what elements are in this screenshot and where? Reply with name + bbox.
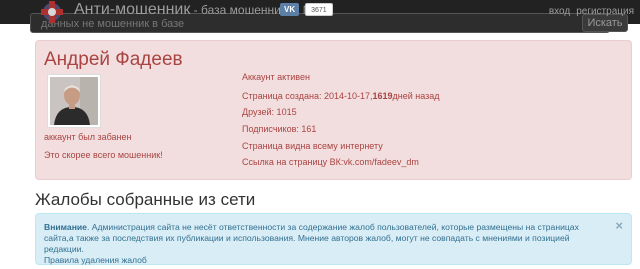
vk-share-widget[interactable]: VK 3671 <box>280 3 333 16</box>
friends-count: Друзей: 1015 <box>242 107 297 117</box>
notice-text: . Администрация сайта не несёт ответстве… <box>44 222 579 254</box>
complaints-heading: Жалобы собранные из сети <box>35 190 256 209</box>
avatar[interactable] <box>47 74 101 128</box>
vk-link-label: Ссылка на страницу ВК: <box>242 157 344 167</box>
page-created-days: 1619 <box>372 91 393 101</box>
page-created-prefix: Страница создана: 2014-10-17, <box>242 91 373 101</box>
notice-strong: Внимание <box>44 222 87 232</box>
vk-link-value[interactable]: vk.com/fadeev_dm <box>343 157 419 167</box>
nav-links: вход регистрация <box>543 6 634 17</box>
removal-rules-link[interactable]: Правила удаления жалоб <box>44 255 607 266</box>
scammer-verdict: Это скорее всего мошенник! <box>44 150 163 160</box>
logo-icon[interactable] <box>38 0 66 24</box>
register-link[interactable]: регистрация <box>576 6 634 17</box>
profile-name: Андрей Фадеев <box>44 49 183 70</box>
vk-share-count: 3671 <box>305 3 333 16</box>
page-created: Страница создана: 2014-10-17,1619дней на… <box>242 91 440 101</box>
followers-count: Подписчиков: 161 <box>242 124 317 134</box>
page-visibility: Страница видна всему интернету <box>242 141 383 151</box>
profile-card: Андрей Фадеев аккаунт был забанен Это ск… <box>35 40 632 180</box>
page-created-suffix: дней назад <box>392 91 440 101</box>
login-link[interactable]: вход <box>549 6 570 17</box>
close-icon[interactable]: × <box>615 219 623 232</box>
brand-title: Анти-мошенник <box>74 1 191 18</box>
vk-share-button[interactable]: VK <box>280 3 300 16</box>
account-status: Аккаунт активен <box>242 72 310 82</box>
banned-status: аккаунт был забанен <box>44 132 132 142</box>
disclaimer-alert: × Внимание. Администрация сайта не несёт… <box>35 213 632 265</box>
vk-page-link[interactable]: Ссылка на страницу ВК:vk.com/fadeev_dm <box>242 157 419 167</box>
